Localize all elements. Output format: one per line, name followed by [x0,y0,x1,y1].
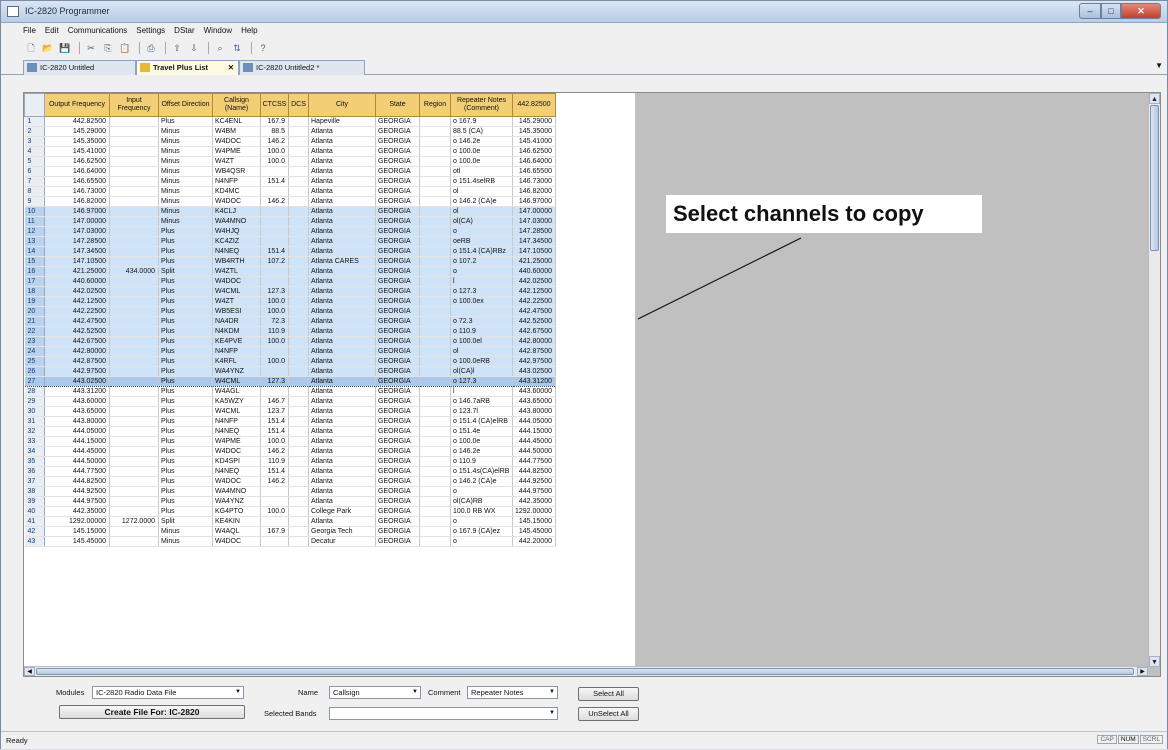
name-label: Name [298,688,319,697]
dropdown-arrow-icon: ▼ [235,689,241,695]
select-all-button[interactable]: Select All [578,687,639,701]
modules-select-value: IC-2820 Radio Data File [96,688,177,697]
status-bar: Ready CAP NUM SCRL [1,731,1167,749]
selected-bands-select[interactable]: ▼ [329,707,558,720]
comment-select-value: Repeater Notes [471,688,524,697]
name-select-value: Callsign [333,688,360,697]
num-lock-indicator: NUM [1117,735,1139,744]
comment-label: Comment [428,688,461,697]
dropdown-arrow-icon: ▼ [412,689,418,695]
app-window: IC-2820 Programmer – □ ✕ File Edit Commu… [0,0,1168,749]
modules-select[interactable]: IC-2820 Radio Data File ▼ [92,686,244,699]
scroll-lock-indicator: SCRL [1139,735,1163,744]
caps-lock-indicator: CAP [1097,735,1117,744]
status-text: Ready [6,736,28,745]
key-indicators: CAP NUM SCRL [1096,735,1163,744]
comment-select[interactable]: Repeater Notes ▼ [467,686,558,699]
create-file-button[interactable]: Create File For: IC-2820 [59,705,245,719]
name-select[interactable]: Callsign ▼ [329,686,421,699]
selected-bands-label: Selected Bands [264,709,317,718]
modules-label: Modules [56,688,85,697]
dropdown-arrow-icon: ▼ [549,689,555,695]
copy-options-panel: Modules IC-2820 Radio Data File ▼ Create… [23,681,1161,726]
unselect-all-button[interactable]: UnSelect All [578,707,639,721]
dropdown-arrow-icon: ▼ [549,710,555,716]
annotation-callout: Select channels to copy [666,195,982,233]
annotation-arrow [637,237,802,320]
